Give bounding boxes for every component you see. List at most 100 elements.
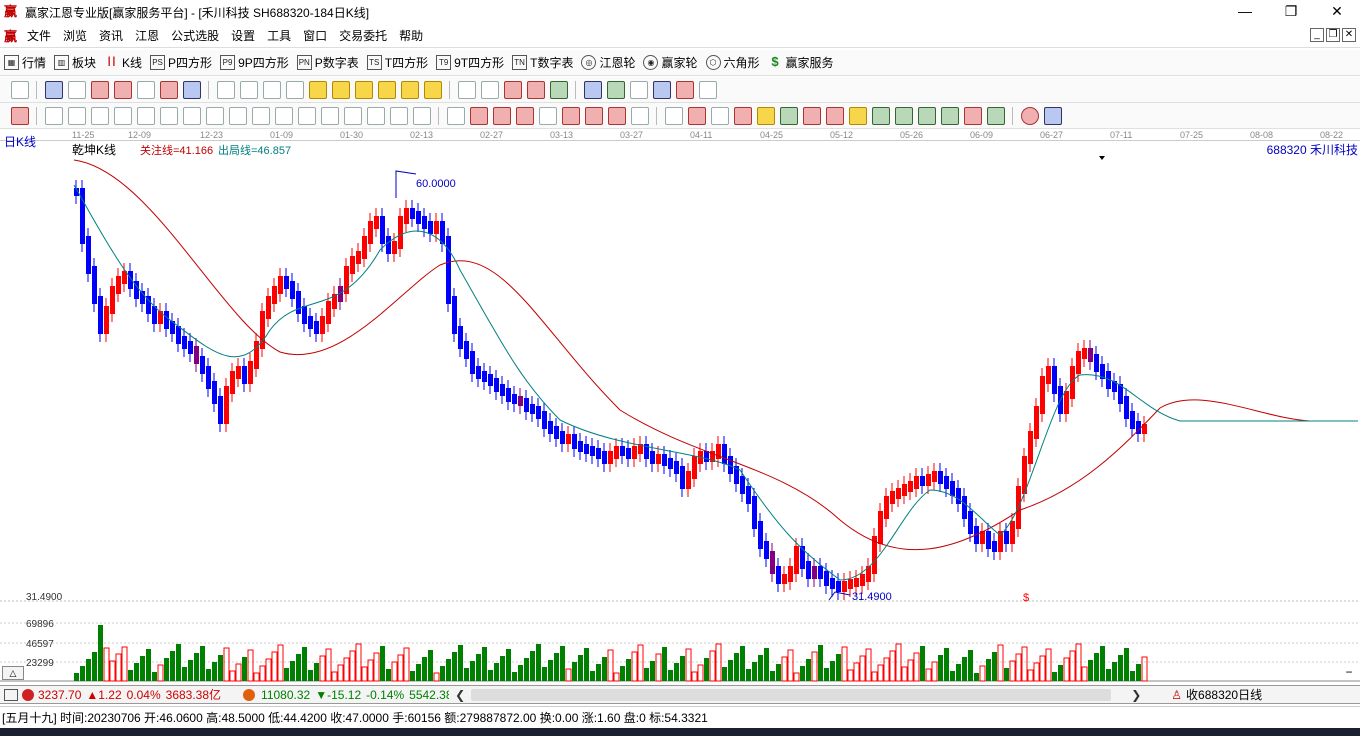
rect-icon[interactable]: [446, 106, 465, 125]
menu-formula-select[interactable]: 公式选股: [165, 27, 225, 44]
gann-fan-1-icon[interactable]: [44, 106, 63, 125]
candles-icon[interactable]: [113, 80, 132, 99]
gann-box-icon[interactable]: [136, 106, 155, 125]
coin-icon[interactable]: [756, 106, 775, 125]
line-icon[interactable]: [538, 106, 557, 125]
fence-icon[interactable]: [389, 106, 408, 125]
diamond-2-icon[interactable]: [331, 80, 350, 99]
menu-settings[interactable]: 设置: [225, 27, 261, 44]
diamond-5-icon[interactable]: [400, 80, 419, 99]
bar-type-icon[interactable]: [136, 80, 155, 99]
range-icon[interactable]: [825, 106, 844, 125]
save-icon[interactable]: [652, 80, 671, 99]
gann-fan-2-icon[interactable]: [67, 106, 86, 125]
multi-line-icon[interactable]: [561, 106, 580, 125]
config-icon[interactable]: [698, 80, 717, 99]
gann-fan-3-icon[interactable]: [90, 106, 109, 125]
kline-chart[interactable]: 60.0000 31.4900 31.4900 69896 46597 2329…: [0, 130, 1360, 684]
parallel-icon[interactable]: [343, 106, 362, 125]
arc-icon[interactable]: [917, 106, 936, 125]
grid-box-icon[interactable]: [584, 106, 603, 125]
toolbar-9p-square-button[interactable]: P9 9P四方形: [220, 54, 289, 71]
calculator-icon[interactable]: [629, 80, 648, 99]
menu-news[interactable]: 资讯: [93, 27, 129, 44]
channel-icon[interactable]: [492, 106, 511, 125]
toolbar-winner-wheel-button[interactable]: ◉ 赢家轮: [643, 54, 698, 71]
calendar-icon[interactable]: [583, 80, 602, 99]
trend-icon[interactable]: [90, 80, 109, 99]
minimize-button[interactable]: —: [1222, 0, 1268, 24]
time-zone-icon[interactable]: [940, 106, 959, 125]
bars-icon[interactable]: [412, 106, 431, 125]
print-icon[interactable]: [675, 80, 694, 99]
toolbar-9t-square-button[interactable]: T9 9T四方形: [436, 54, 504, 71]
scroll-right-icon[interactable]: ❯: [1131, 688, 1141, 702]
speed-lines-icon[interactable]: [894, 106, 913, 125]
diamond-3-icon[interactable]: [354, 80, 373, 99]
cross-grid-icon[interactable]: [320, 106, 339, 125]
dropdown-marker-icon[interactable]: [1099, 156, 1105, 160]
scroll-up-icon[interactable]: △: [2, 666, 24, 680]
dotted-grid-icon[interactable]: [607, 106, 626, 125]
toolbar-sector-button[interactable]: ▥ 板块: [54, 54, 96, 71]
document-icon[interactable]: [67, 80, 86, 99]
line-set-icon[interactable]: [205, 106, 224, 125]
mdi-close-button[interactable]: ✕: [1342, 28, 1356, 42]
hand-icon[interactable]: [457, 80, 476, 99]
table-icon[interactable]: [606, 80, 625, 99]
fib-ratio-icon[interactable]: [687, 106, 706, 125]
menu-browse[interactable]: 浏览: [57, 27, 93, 44]
percent-icon[interactable]: [710, 106, 729, 125]
pitchfork-icon[interactable]: [986, 106, 1005, 125]
close-button[interactable]: ✕: [1314, 0, 1360, 24]
tool-icon[interactable]: [526, 80, 545, 99]
gold-icon[interactable]: [848, 106, 867, 125]
toolbar-p-square-button[interactable]: PS P四方形: [150, 54, 212, 71]
refresh-icon[interactable]: [549, 80, 568, 99]
toolbar-hexagon-button[interactable]: ⬡ 六角形: [705, 54, 760, 71]
toolbar-t-table-button[interactable]: TN T数字表: [512, 54, 573, 71]
horizontal-scrollbar[interactable]: [471, 688, 1112, 701]
next-icon[interactable]: [285, 80, 304, 99]
toolbar-quotes-button[interactable]: ▦ 行情: [4, 54, 46, 71]
angle-icon[interactable]: [251, 106, 270, 125]
diamond-4-icon[interactable]: [377, 80, 396, 99]
spiral-icon[interactable]: [802, 106, 821, 125]
indicator-icon[interactable]: [159, 80, 178, 99]
chart-icon[interactable]: [44, 80, 63, 99]
menu-window[interactable]: 窗口: [297, 27, 333, 44]
menu-file[interactable]: 文件: [21, 27, 57, 44]
mdi-minimize-button[interactable]: _: [1310, 28, 1324, 42]
menu-help[interactable]: 帮助: [393, 27, 429, 44]
fib-icon[interactable]: [228, 106, 247, 125]
fib-lines-icon[interactable]: [733, 106, 752, 125]
table-tool-icon[interactable]: [664, 106, 683, 125]
comb-icon[interactable]: [366, 106, 385, 125]
calc-icon[interactable]: [4, 688, 18, 701]
diamond-6-icon[interactable]: [423, 80, 442, 99]
taiji-icon[interactable]: [1020, 106, 1039, 125]
layout-icon[interactable]: [10, 80, 29, 99]
pencil-icon[interactable]: [10, 106, 29, 125]
maximize-button[interactable]: ❐: [1268, 0, 1314, 24]
prev-icon[interactable]: [262, 80, 281, 99]
flag-icon[interactable]: [182, 80, 201, 99]
wheel-icon[interactable]: [274, 106, 293, 125]
first-page-icon[interactable]: [216, 80, 235, 99]
star-icon[interactable]: [297, 106, 316, 125]
menu-gann[interactable]: 江恩: [129, 27, 165, 44]
mdi-restore-button[interactable]: ❐: [1326, 28, 1340, 42]
diamond-1-icon[interactable]: [308, 80, 327, 99]
toolbar-kline-button[interactable]: ┃┃ K线: [104, 54, 142, 71]
levels-icon[interactable]: [779, 106, 798, 125]
ray-icon[interactable]: [469, 106, 488, 125]
menu-trade[interactable]: 交易委托: [333, 27, 393, 44]
scroll-left-icon[interactable]: ❮: [455, 688, 465, 702]
crosshair-icon[interactable]: [480, 80, 499, 99]
gann-fan-4-icon[interactable]: [113, 106, 132, 125]
zigzag-icon[interactable]: [503, 80, 522, 99]
infinity-icon[interactable]: [1043, 106, 1062, 125]
last-page-icon[interactable]: [239, 80, 258, 99]
gann-angle-icon[interactable]: [159, 106, 178, 125]
toolbar-service-button[interactable]: $ 赢家服务: [768, 54, 833, 71]
